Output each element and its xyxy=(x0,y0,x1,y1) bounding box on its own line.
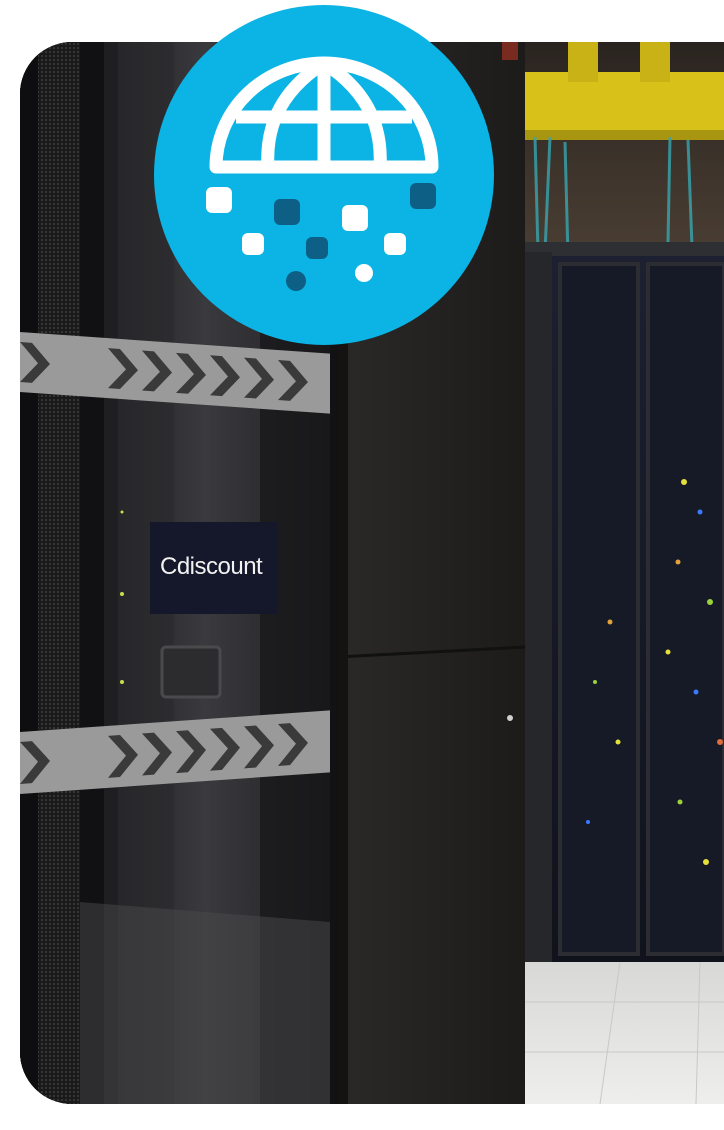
cdiscount-sign: Cdiscount xyxy=(150,522,278,614)
sign-text: Cdiscount xyxy=(160,553,263,580)
globe-data-icon xyxy=(206,56,439,291)
globe-data-badge xyxy=(154,5,494,345)
